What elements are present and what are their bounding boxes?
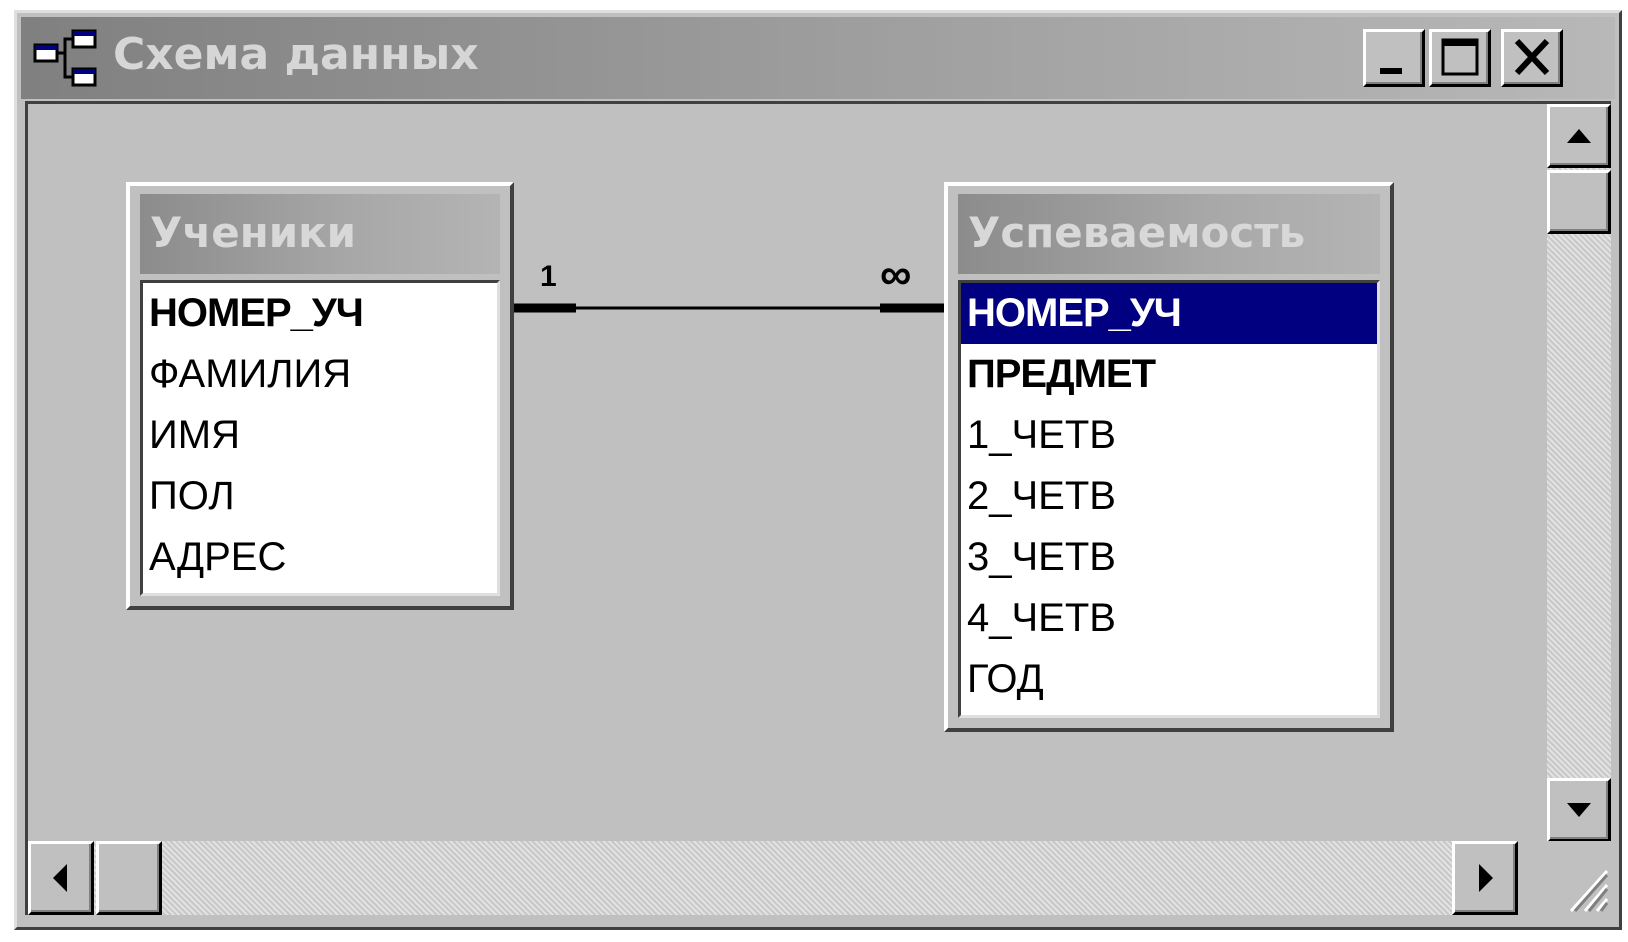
- relationships-window: Схема данных 1 ∞ Ученики НОМЕР_УЧ ФАМИЛИ…: [14, 10, 1622, 930]
- vertical-scrollbar[interactable]: [1547, 104, 1611, 842]
- table-uspevaemost-window[interactable]: Успеваемость НОМЕР_УЧ ПРЕДМЕТ 1_ЧЕТВ 2_Ч…: [944, 182, 1394, 732]
- resize-grip-icon: [1569, 869, 1609, 913]
- table-title-bar[interactable]: Успеваемость: [958, 194, 1380, 274]
- maximize-button[interactable]: [1429, 29, 1491, 87]
- table-uchenики-window[interactable]: Ученики НОМЕР_УЧ ФАМИЛИЯ ИМЯ ПОЛ АДРЕС: [126, 182, 514, 610]
- field-predmet[interactable]: ПРЕДМЕТ: [961, 344, 1377, 405]
- table-title-bar[interactable]: Ученики: [140, 194, 500, 274]
- field-nomer-uch-selected[interactable]: НОМЕР_УЧ: [961, 283, 1377, 344]
- relationship-many-label: ∞: [880, 250, 912, 299]
- minimize-button[interactable]: [1363, 29, 1425, 87]
- diagram-canvas: 1 ∞ Ученики НОМЕР_УЧ ФАМИЛИЯ ИМЯ ПОЛ АДР…: [28, 104, 1518, 842]
- relationships-icon: [33, 29, 97, 87]
- title-bar[interactable]: Схема данных: [21, 17, 1615, 99]
- field-god[interactable]: ГОД: [961, 649, 1377, 710]
- vertical-scroll-thumb[interactable]: [1547, 170, 1611, 234]
- field-3-chetv[interactable]: 3_ЧЕТВ: [961, 527, 1377, 588]
- scroll-left-button[interactable]: [28, 841, 94, 915]
- field-pol[interactable]: ПОЛ: [143, 466, 497, 527]
- arrow-down-icon: [1567, 803, 1591, 817]
- horizontal-scroll-thumb[interactable]: [96, 841, 162, 915]
- window-title: Схема данных: [113, 29, 479, 80]
- field-adres[interactable]: АДРЕС: [143, 527, 497, 588]
- scroll-right-button[interactable]: [1452, 841, 1518, 915]
- relationship-one-label: 1: [540, 260, 557, 293]
- scroll-up-button[interactable]: [1547, 104, 1611, 168]
- arrow-up-icon: [1567, 129, 1591, 143]
- field-1-chetv[interactable]: 1_ЧЕТВ: [961, 405, 1377, 466]
- close-icon: [1514, 38, 1550, 76]
- field-imya[interactable]: ИМЯ: [143, 405, 497, 466]
- maximize-icon: [1441, 38, 1479, 76]
- horizontal-scrollbar[interactable]: [28, 841, 1518, 915]
- arrow-left-icon: [53, 864, 67, 892]
- field-2-chetv[interactable]: 2_ЧЕТВ: [961, 466, 1377, 527]
- close-button[interactable]: [1501, 29, 1563, 87]
- field-4-chetv[interactable]: 4_ЧЕТВ: [961, 588, 1377, 649]
- size-grip[interactable]: [1547, 841, 1611, 915]
- field-familiya[interactable]: ФАМИЛИЯ: [143, 344, 497, 405]
- scroll-down-button[interactable]: [1547, 778, 1611, 842]
- field-list[interactable]: НОМЕР_УЧ ФАМИЛИЯ ИМЯ ПОЛ АДРЕС: [140, 280, 500, 596]
- diagram-area: 1 ∞ Ученики НОМЕР_УЧ ФАМИЛИЯ ИМЯ ПОЛ АДР…: [25, 101, 1611, 915]
- table-title: Успеваемость: [968, 208, 1306, 257]
- table-title: Ученики: [150, 208, 357, 257]
- arrow-right-icon: [1479, 864, 1493, 892]
- minimize-icon: [1380, 68, 1402, 74]
- field-nomer-uch[interactable]: НОМЕР_УЧ: [143, 283, 497, 344]
- field-list[interactable]: НОМЕР_УЧ ПРЕДМЕТ 1_ЧЕТВ 2_ЧЕТВ 3_ЧЕТВ 4_…: [958, 280, 1380, 718]
